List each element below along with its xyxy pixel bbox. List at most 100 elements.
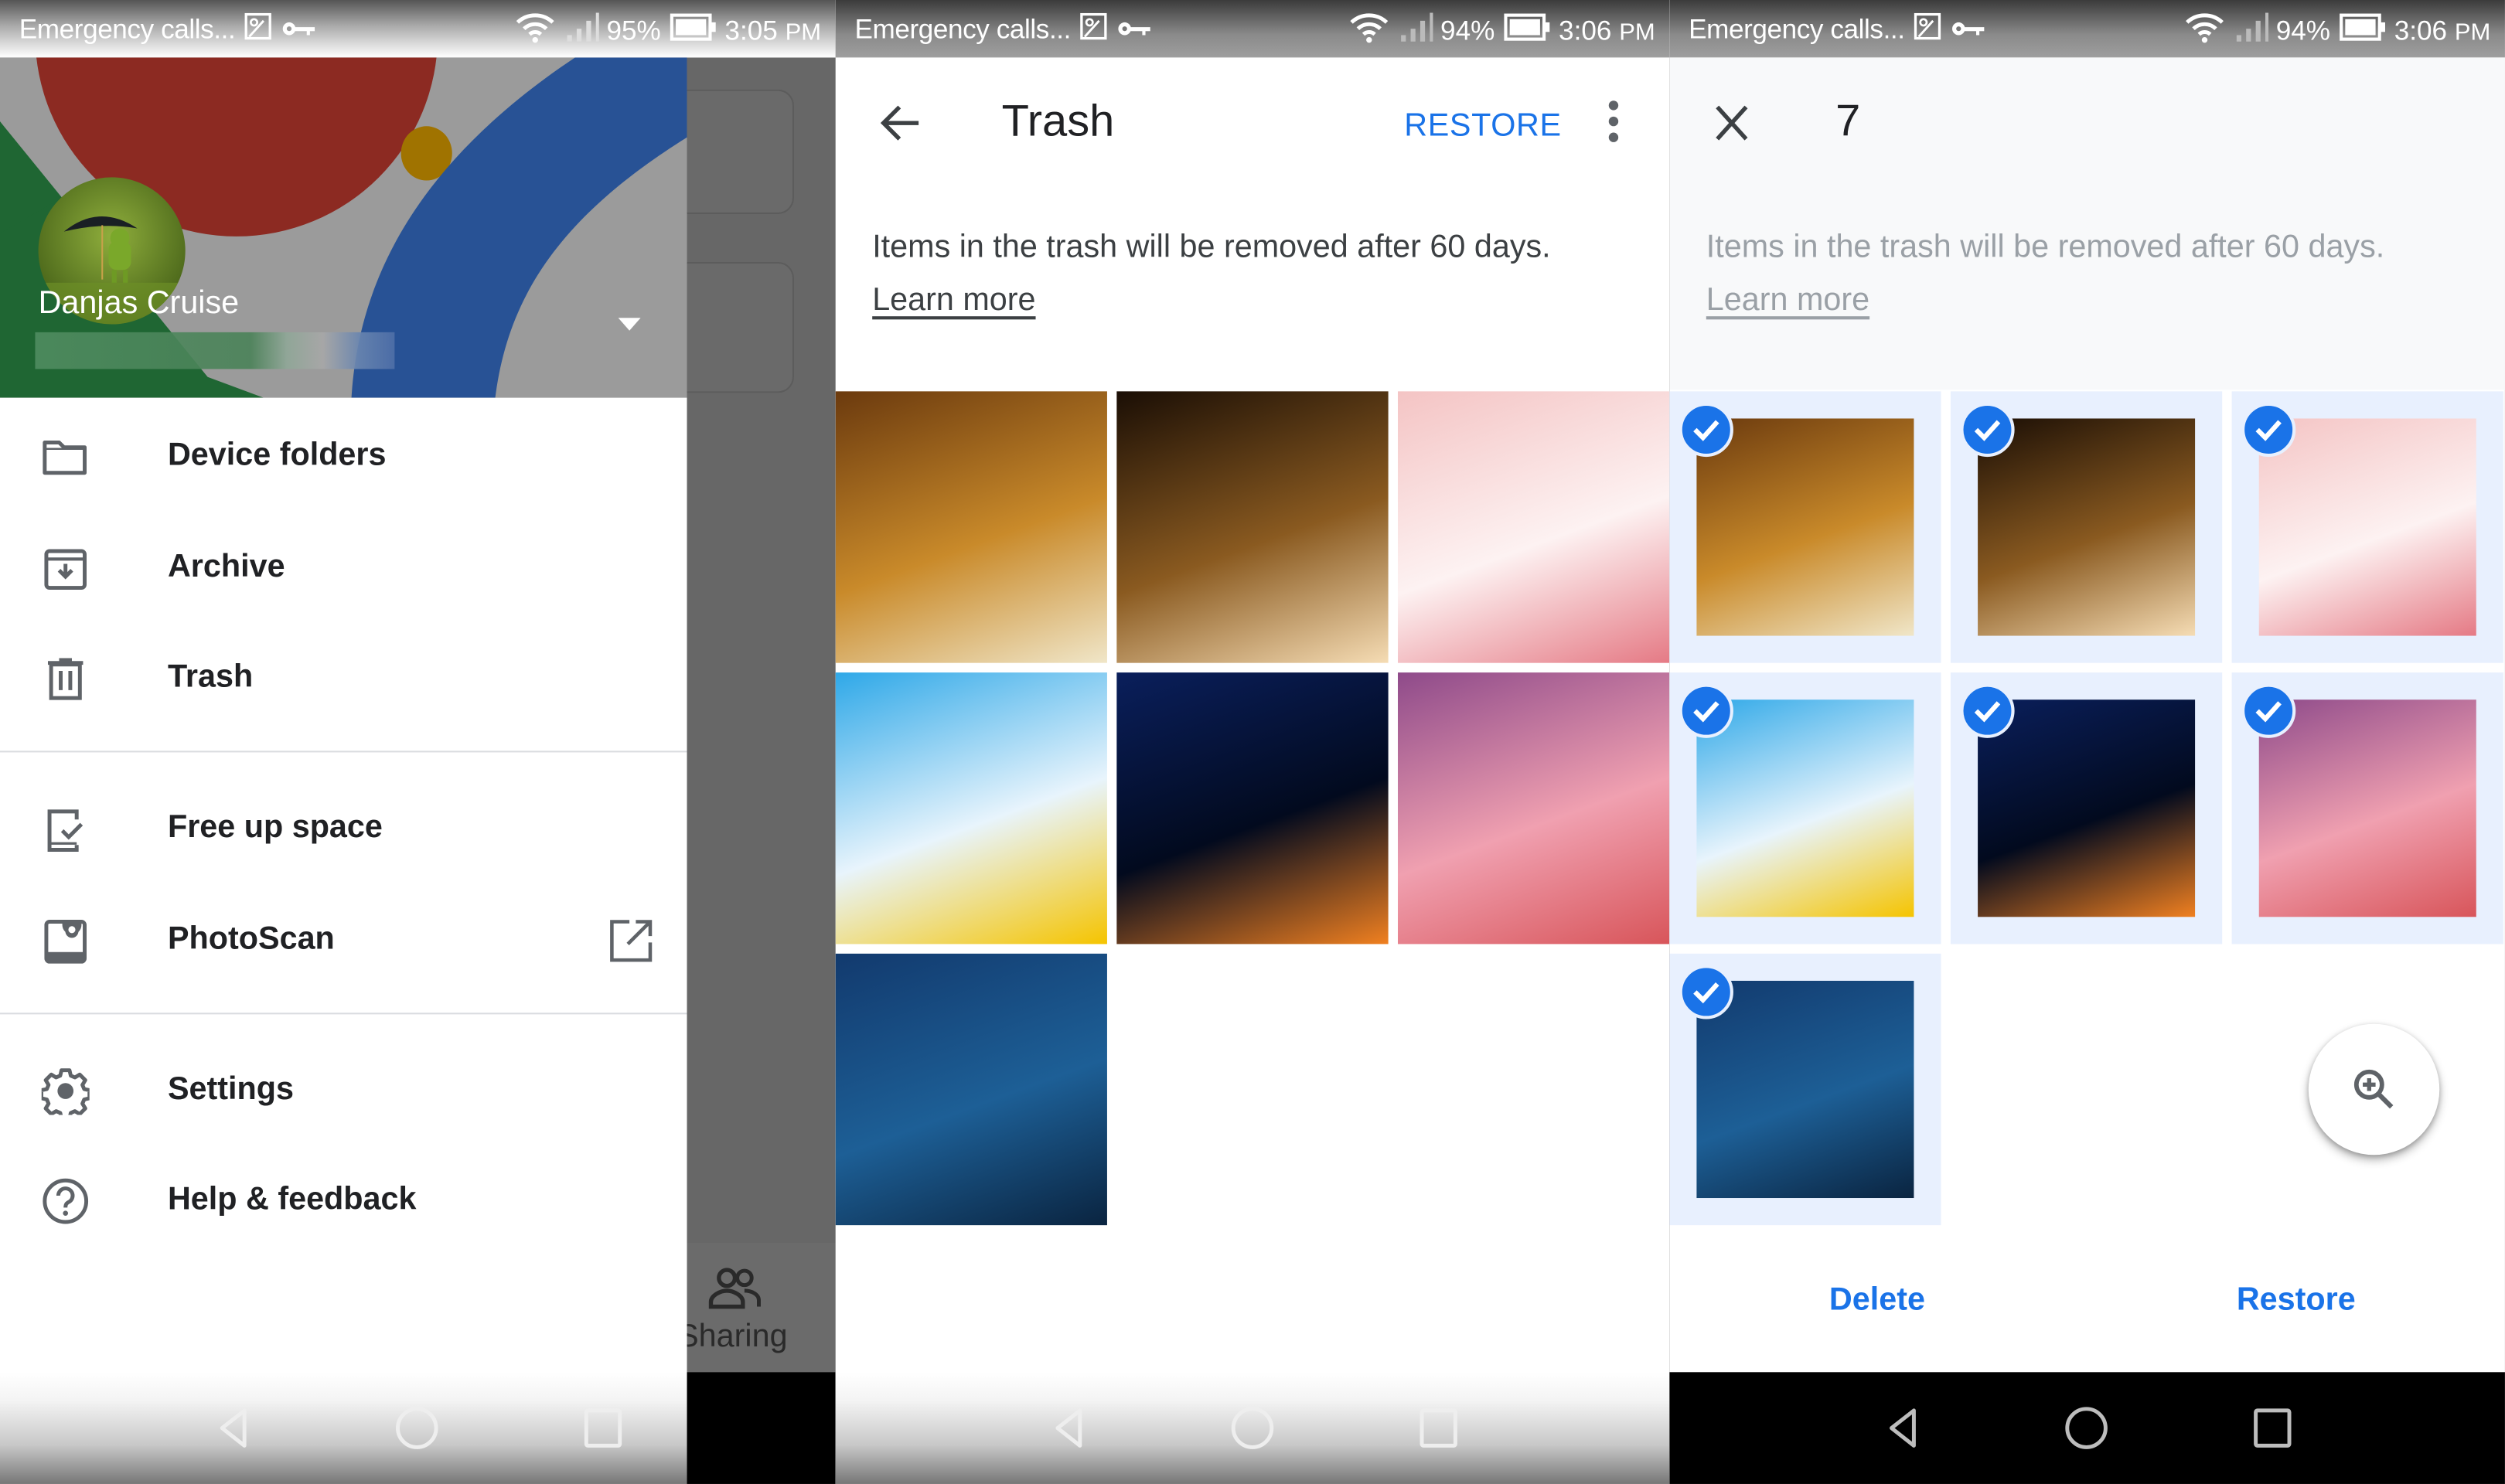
more-vert-icon[interactable] [1586,96,1641,150]
zoom-in-icon [2353,1069,2394,1109]
clock-time: 3:06 [2394,15,2448,46]
selected-check-icon[interactable] [1679,402,1733,458]
selected-check-icon[interactable] [1679,965,1733,1019]
photo-thumbnail [1696,418,1914,636]
menu-item-help-feedback[interactable]: Help & feedback [0,1152,687,1247]
home-icon[interactable] [2063,1404,2111,1452]
selected-photo-tile[interactable] [2231,391,2503,663]
photoscan-icon [42,917,90,965]
restore-all-button[interactable]: RESTORE [1404,109,1561,146]
open-in-new-icon [607,917,655,965]
back-icon[interactable] [210,1404,257,1452]
back-icon[interactable] [1045,1404,1092,1452]
status-bar: Emergency calls... 95% 3:05 PM [0,0,836,58]
clock-ampm: PM [785,18,822,46]
signal-icon [2233,11,2268,51]
zoom-in-fab[interactable] [2308,1023,2440,1156]
screen-trash-selection: Emergency calls... 94% 3:06 PM 7 Items i… [1669,0,2505,1484]
archive-icon [42,545,90,593]
photo-thumbnail[interactable] [835,672,1107,945]
selected-check-icon[interactable] [2241,683,2296,738]
gallery-icon [1914,12,1941,48]
selected-check-icon[interactable] [1679,683,1733,738]
photo-thumbnail [2258,699,2476,917]
menu-item-settings[interactable]: Settings [0,1041,687,1137]
home-icon[interactable] [1229,1404,1276,1452]
back-icon[interactable] [1879,1404,1927,1452]
menu-item-label: Settings [167,1071,295,1108]
photo-thumbnail [2258,418,2476,636]
selected-check-icon[interactable] [1960,683,2015,738]
photo-thumbnail [1696,980,1914,1199]
divider [0,1013,687,1015]
photo-thumbnail[interactable] [835,391,1107,663]
battery-percent: 94% [1440,15,1495,46]
selected-photo-tile[interactable] [1669,391,1941,663]
screen-trash: Emergency calls... 94% 3:06 PM Trash RES… [835,0,1670,1484]
recents-icon[interactable] [2248,1404,2295,1452]
photo-thumbnail [1978,418,2196,636]
clock-time: 3:05 [724,15,778,46]
help-icon [42,1177,90,1225]
clock: 3:06 PM [1559,15,1655,47]
signal-icon [564,11,599,51]
system-nav-bar [835,1372,1670,1484]
menu-item-archive[interactable]: Archive [0,519,687,615]
home-icon[interactable] [393,1404,441,1452]
photo-thumbnail[interactable] [1398,391,1670,663]
menu-item-free-up-space[interactable]: Free up space [0,780,687,876]
selected-check-icon[interactable] [1960,402,2015,458]
clock-ampm: PM [1619,18,1655,46]
selection-app-bar: 7 [1669,57,2505,192]
photo-thumbnail[interactable] [835,953,1107,1226]
selected-photo-tile[interactable] [1950,672,2223,945]
tab-sharing-label: Sharing [677,1319,788,1355]
selected-count: 7 [1835,96,1861,146]
background-card [687,261,794,393]
carrier-text: Emergency calls... [1689,14,1905,45]
recents-icon[interactable] [578,1404,626,1452]
trash-info-text: Items in the trash will be removed after… [872,230,1551,266]
menu-item-photoscan[interactable]: PhotoScan [0,891,687,987]
top-app-bar: Trash RESTORE [836,57,1670,192]
drawer-scrim[interactable]: Sharing [677,57,836,1373]
selected-check-icon[interactable] [2241,402,2296,458]
recents-icon[interactable] [1414,1404,1462,1452]
selected-photo-tile[interactable] [2231,672,2503,945]
battery-percent: 94% [2275,15,2331,46]
menu-item-label: Free up space [167,809,383,846]
menu-item-label: Archive [167,549,285,585]
menu-item-device-folders[interactable]: Device folders [0,407,687,503]
selected-photo-tile[interactable] [1669,953,1941,1226]
account-switcher-chevron-down-icon[interactable] [618,318,641,331]
page-title: Trash [1001,96,1115,146]
clock-time: 3:06 [1559,15,1612,46]
arrow-back-icon[interactable] [874,96,928,150]
learn-more-link[interactable]: Learn more [1706,283,1869,320]
photo-thumbnail[interactable] [1116,672,1389,945]
user-name: Danjas Cruise [38,285,240,322]
photo-thumbnail[interactable] [1116,391,1389,663]
vpn-key-icon [281,15,316,46]
account-header: Danjas Cruise [0,57,687,398]
restore-button[interactable]: Restore [2237,1283,2356,1320]
selected-photo-tile[interactable] [1669,672,1941,945]
system-nav-bar [0,1372,687,1484]
signal-icon [1397,11,1433,51]
delete-button[interactable]: Delete [1829,1283,1925,1320]
carrier-text: Emergency calls... [19,14,236,45]
screenshot-composite: Sharing Emergency calls... 95% 3:05 PM D… [0,0,2505,1484]
wifi-icon [2183,11,2225,51]
background-card [687,89,794,214]
close-icon[interactable] [1705,96,1759,150]
divider [0,751,687,753]
photo-thumbnail[interactable] [1398,672,1670,945]
battery-percent: 95% [606,15,661,46]
clock: 3:05 PM [724,15,821,47]
selected-photo-tile[interactable] [1950,391,2223,663]
menu-item-trash[interactable]: Trash [0,629,687,725]
system-nav-bar [1669,1372,2505,1484]
people-icon [706,1265,763,1318]
learn-more-link[interactable]: Learn more [872,283,1035,320]
clock: 3:06 PM [2394,15,2491,47]
